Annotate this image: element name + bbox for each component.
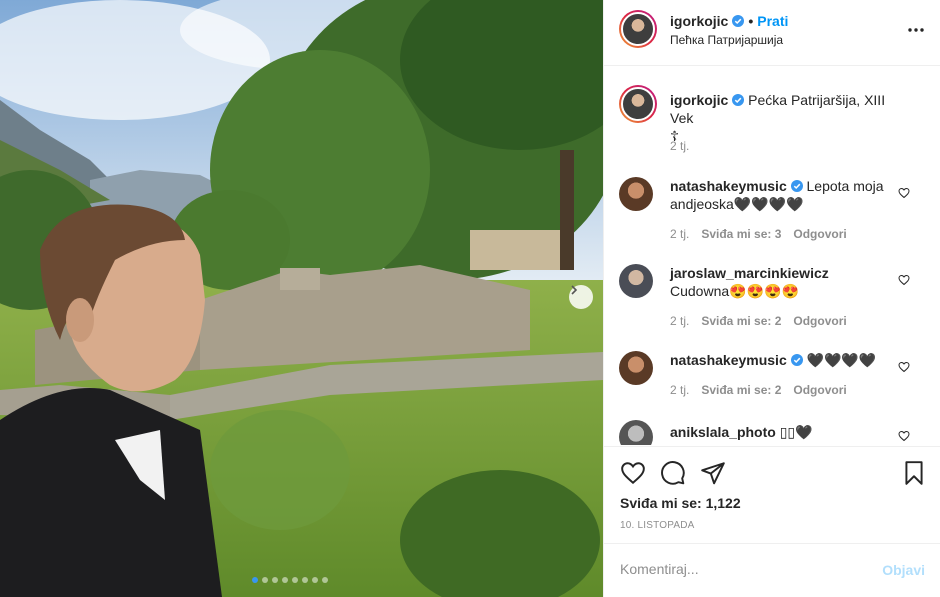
comment-meta: 2 tj. Sviđa mi se: 2 Odgovori [670, 314, 847, 328]
carousel-dot [302, 577, 308, 583]
comment-username[interactable]: anikslala_photo [670, 424, 776, 440]
carousel-dot [272, 577, 278, 583]
follow-button[interactable]: Prati [757, 13, 788, 29]
heart-icon[interactable] [898, 274, 910, 286]
comment-icon[interactable] [660, 460, 686, 486]
post-date: 10. LISTOPADA [620, 520, 695, 531]
heart-icon[interactable] [620, 460, 646, 486]
comment-text: Cudowna😍😍😍😍 [670, 283, 799, 299]
comment-text: ▯▯🖤 [779, 424, 813, 440]
comment-likes[interactable]: Sviđa mi se: 3 [701, 227, 781, 241]
commenter-avatar[interactable] [619, 177, 653, 211]
comment-meta: 2 tj. Sviđa mi se: 3 Odgovori [670, 227, 847, 241]
chevron-right-icon [571, 285, 578, 295]
commenter-avatar[interactable] [619, 264, 653, 298]
heart-icon[interactable] [898, 187, 910, 199]
carousel-dot [312, 577, 318, 583]
post-actions: Sviđa mi se: 1,122 10. LISTOPADA [604, 446, 940, 543]
carousel-next-button[interactable] [569, 285, 593, 309]
comment-likes[interactable]: Sviđa mi se: 2 [701, 314, 781, 328]
comments-list[interactable]: igorkojic Pećka Patrijaršija, XIII Vek ☦… [604, 67, 940, 445]
comment-meta: 2 tj. Sviđa mi se: 2 Odgovori [670, 383, 847, 397]
more-options-icon[interactable] [908, 22, 924, 38]
comment-text: 🖤🖤🖤🖤 [806, 352, 877, 368]
comment-likes[interactable]: Sviđa mi se: 2 [701, 383, 781, 397]
share-icon[interactable] [700, 460, 726, 486]
location-link[interactable]: Пећка Патријаршија [670, 33, 783, 47]
comment-item: anikslala_photo ▯▯🖤 [670, 423, 910, 441]
verified-badge-icon [732, 15, 745, 27]
reply-button[interactable]: Odgovori [793, 383, 846, 397]
reply-button[interactable]: Odgovori [793, 314, 846, 328]
likes-count[interactable]: Sviđa mi se: 1,122 [620, 495, 741, 511]
carousel-dot [282, 577, 288, 583]
carousel-dot [252, 577, 258, 583]
caption-avatar[interactable] [619, 85, 657, 123]
comment-item: jaroslaw_marcinkiewicz Cudowna😍😍😍😍 [670, 264, 910, 300]
comment-item: natashakeymusic 🖤🖤🖤🖤 [670, 351, 910, 369]
comment-time: 2 tj. [670, 383, 690, 397]
comment-composer: Objavi [604, 543, 940, 597]
comment-time: 2 tj. [670, 314, 690, 328]
caption-username[interactable]: igorkojic [670, 92, 728, 108]
caption-meta: 2 tj. [670, 139, 689, 153]
comment-username[interactable]: natashakeymusic [670, 352, 787, 368]
heart-icon[interactable] [898, 361, 910, 373]
photo-scene [0, 0, 603, 597]
post-header: igorkojic • Prati Пећка Патријаршија [604, 0, 940, 66]
author-username[interactable]: igorkojic [670, 13, 728, 29]
commenter-avatar[interactable] [619, 351, 653, 385]
verified-badge-icon [790, 180, 803, 192]
carousel-indicator [252, 577, 328, 583]
carousel-dot [292, 577, 298, 583]
carousel-dot [322, 577, 328, 583]
caption: igorkojic Pećka Patrijaršija, XIII Vek ☦ [670, 91, 910, 145]
comment-input[interactable] [620, 561, 870, 577]
commenter-avatar[interactable] [619, 420, 653, 445]
comment-username[interactable]: natashakeymusic [670, 178, 787, 194]
post-photo[interactable] [0, 0, 603, 597]
post-side-panel: igorkojic • Prati Пећка Патријаршија igo… [603, 0, 940, 597]
comment-username[interactable]: jaroslaw_marcinkiewicz [670, 265, 829, 281]
verified-badge-icon [790, 354, 803, 366]
comment-item: natashakeymusic Lepota moja andjeoska🖤🖤🖤… [670, 177, 910, 213]
post-comment-button[interactable]: Objavi [882, 562, 925, 578]
bookmark-icon[interactable] [901, 460, 927, 486]
verified-badge-icon [732, 94, 745, 106]
heart-icon[interactable] [898, 430, 910, 442]
separator-dot: • [748, 13, 754, 29]
header-user-row: igorkojic • Prati [670, 13, 788, 29]
comment-time: 2 tj. [670, 227, 690, 241]
reply-button[interactable]: Odgovori [793, 227, 846, 241]
author-avatar[interactable] [619, 10, 657, 48]
carousel-dot [262, 577, 268, 583]
caption-time: 2 tj. [670, 139, 690, 153]
